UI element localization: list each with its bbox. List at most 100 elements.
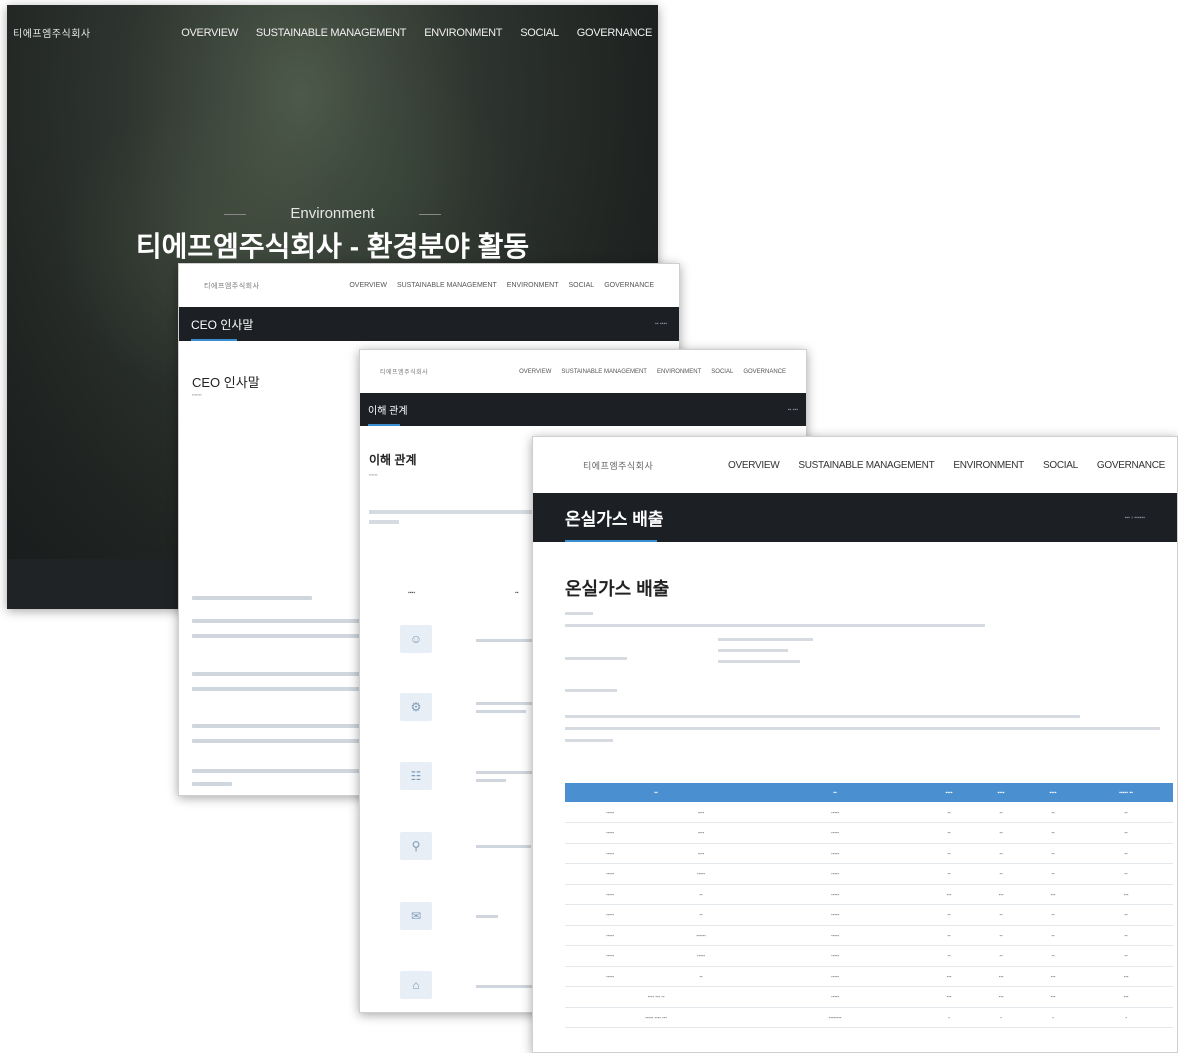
banner-underline (565, 540, 657, 542)
label-line (565, 657, 627, 660)
table-row: ▪▪▪▪▪▪▪▪▪▪▪▪▪▪▪▪▪▪▪▪▪▪▪▪ (565, 925, 1174, 946)
section-subtitle: ▪▪▪▪▪▪ (369, 472, 378, 477)
column-header: ▪▪▪▪ (1027, 783, 1080, 802)
stakeholder-icon: ⚙ (400, 693, 432, 721)
section-title: 온실가스 배출 (565, 579, 670, 599)
text-line (565, 715, 1080, 718)
banner-title: 이해 관계 (368, 406, 408, 417)
stakeholder-text (476, 771, 536, 774)
table-row: ▪▪▪▪▪ ▪▪▪▪ ▪▪▪ ▪▪▪▪▪▪▪▪ ▪ ▪ ▪ ▪ (565, 1007, 1174, 1028)
menu-governance[interactable]: GOVERNANCE (577, 27, 653, 39)
stakeholder-icon: ☷ (400, 762, 432, 790)
menu-sustainable-management[interactable]: SUSTAINABLE MANAGEMENT (561, 369, 647, 375)
banner-title: 온실가스 배출 (565, 510, 664, 529)
site-logo[interactable]: 티에프엠주식회사 (204, 281, 260, 291)
menu-governance[interactable]: GOVERNANCE (743, 369, 786, 375)
breadcrumb: ▪▪ ▪▪▪▪ (654, 321, 667, 327)
menu-overview[interactable]: OVERVIEW (519, 369, 551, 375)
section-subtitle: ▪▪▪▪▪▪▪ (192, 392, 202, 397)
menu-overview[interactable]: OVERVIEW (349, 282, 387, 289)
menu-sustainable-management[interactable]: SUSTAINABLE MANAGEMENT (397, 282, 497, 289)
stakeholder-icon: ✉ (400, 902, 432, 930)
text-line (565, 624, 985, 627)
main-menu: OVERVIEW SUSTAINABLE MANAGEMENT ENVIRONM… (509, 369, 786, 375)
menu-social[interactable]: SOCIAL (569, 282, 595, 289)
menu-social[interactable]: SOCIAL (1043, 460, 1078, 471)
site-logo[interactable]: 티에프엠주식회사 (380, 367, 428, 376)
stakeholder-icon: ⚲ (400, 832, 432, 860)
stakeholder-text (476, 702, 536, 705)
stakeholder-icon: ⌂ (400, 971, 432, 999)
menu-overview[interactable]: OVERVIEW (181, 27, 238, 39)
banner-underline (191, 339, 237, 341)
paragraph-line (192, 739, 367, 743)
site-logo[interactable]: 티에프엠주식회사 (13, 25, 91, 40)
stakeholder-text (476, 915, 498, 918)
menu-environment[interactable]: ENVIRONMENT (507, 282, 559, 289)
section-title: 이해 관계 (369, 453, 417, 467)
table-row: ▪▪▪▪▪ ▪▪▪▪▪ ▪▪▪▪▪ ▪▪ ▪▪ ▪▪ ▪▪ (565, 863, 1174, 885)
intro-line (369, 520, 399, 524)
table-row: ▪▪▪▪▪ ▪▪▪▪ ▪▪▪▪▪ ▪▪ ▪▪ ▪▪ ▪▪ (565, 822, 1174, 844)
stakeholder-icon: ☺ (400, 625, 432, 653)
banner-underline (368, 424, 400, 426)
text-line (565, 727, 1160, 730)
menu-social[interactable]: SOCIAL (711, 369, 733, 375)
breadcrumb: ▪▪▪ › ▪▪▪▪▪▪ (1124, 514, 1145, 521)
intro-line (369, 510, 539, 514)
menu-overview[interactable]: OVERVIEW (728, 460, 780, 471)
menu-sustainable-management[interactable]: SUSTAINABLE MANAGEMENT (798, 460, 934, 471)
breadcrumb: ▪▪ ▪▪▪ (787, 406, 798, 413)
ghg-emission-table: ▪▪ ▪▪ ▪▪▪▪ ▪▪▪▪ ▪▪▪▪ ▪▪▪▪▪ ▪▪ ▪▪▪▪▪ ▪▪▪▪ ▪… (565, 783, 1174, 1028)
menu-environment[interactable]: ENVIRONMENT (424, 27, 502, 39)
paragraph-line (192, 619, 372, 623)
stakeholder-text (476, 710, 526, 713)
stakeholder-text (476, 845, 531, 848)
paragraph-line (192, 724, 372, 728)
main-menu: OVERVIEW SUSTAINABLE MANAGEMENT ENVIRONM… (339, 282, 654, 289)
column-header: ▪▪▪▪ (923, 783, 976, 802)
site-logo[interactable]: 티에프엠주식회사 (583, 459, 653, 472)
paragraph-line (192, 634, 362, 638)
ceo-top-nav: 티에프엠주식회사 OVERVIEW SUSTAINABLE MANAGEMENT… (179, 264, 679, 307)
list-line (718, 649, 788, 652)
table-row: ▪▪▪▪▪ ▪▪▪▪ ▪▪▪▪▪ ▪▪ ▪▪ ▪▪ ▪▪ (565, 843, 1174, 864)
menu-governance[interactable]: GOVERNANCE (1097, 460, 1165, 471)
menu-governance[interactable]: GOVERNANCE (604, 282, 654, 289)
menu-environment[interactable]: ENVIRONMENT (657, 369, 701, 375)
ceo-page-banner: CEO 인사말 ▪▪ ▪▪▪▪ (179, 307, 679, 341)
text-line (565, 739, 613, 742)
label-line (565, 689, 617, 692)
column-header: ▪▪▪▪▪ ▪▪ (1079, 783, 1174, 802)
table-header-row: ▪▪ ▪▪ ▪▪▪▪ ▪▪▪▪ ▪▪▪▪ ▪▪▪▪▪ ▪▪ (565, 783, 1174, 802)
hero-title: 티에프엠주식회사 - 환경분야 활동 (135, 231, 530, 262)
hero-top-nav: 티에프엠주식회사 OVERVIEW SUSTAINABLE MANAGEMENT… (7, 5, 658, 60)
list-line (718, 660, 800, 663)
section-title: CEO 인사말 (192, 375, 260, 390)
menu-environment[interactable]: ENVIRONMENT (953, 460, 1024, 471)
paragraph-line (192, 596, 312, 600)
paragraph-line (192, 672, 372, 676)
table-row: ▪▪▪▪▪ ▪▪▪▪ ▪▪▪▪▪ ▪▪ ▪▪ ▪▪ ▪▪ (565, 802, 1174, 823)
stakeholder-text (476, 779, 506, 782)
column-header: ▪▪▪▪ (408, 590, 416, 596)
stakeholder-top-nav: 티에프엠주식회사 OVERVIEW SUSTAINABLE MANAGEMENT… (360, 350, 806, 393)
column-header: ▪▪ (515, 590, 519, 596)
column-header: ▪▪ (565, 783, 748, 802)
column-header: ▪▪▪▪ (975, 783, 1028, 802)
hero-subtitle: Environment (7, 205, 658, 222)
banner-title: CEO 인사말 (191, 317, 254, 332)
ghg-top-nav: 티에프엠주식회사 OVERVIEW SUSTAINABLE MANAGEMENT… (533, 437, 1177, 493)
menu-social[interactable]: SOCIAL (520, 27, 559, 39)
paragraph-line (192, 687, 367, 691)
table-row: ▪▪▪▪▪ ▪▪ ▪▪▪▪▪ ▪▪ ▪▪ ▪▪ ▪▪ (565, 904, 1174, 926)
menu-sustainable-management[interactable]: SUSTAINABLE MANAGEMENT (256, 27, 407, 39)
list-line (718, 638, 813, 641)
column-header: ▪▪ (747, 783, 924, 802)
table-row: ▪▪▪▪▪▪▪▪▪▪▪▪▪▪▪▪▪▪▪▪▪▪▪▪ (565, 966, 1174, 987)
ghg-emission-screenshot: 티에프엠주식회사 OVERVIEW SUSTAINABLE MANAGEMENT… (532, 436, 1178, 1053)
text-line (565, 612, 593, 615)
main-menu: OVERVIEW SUSTAINABLE MANAGEMENT ENVIRONM… (163, 27, 652, 39)
table-row: ▪▪▪▪▪▪▪▪▪▪▪▪▪▪▪▪▪▪▪▪▪▪▪▪ (565, 884, 1174, 905)
stakeholder-text (476, 639, 536, 642)
